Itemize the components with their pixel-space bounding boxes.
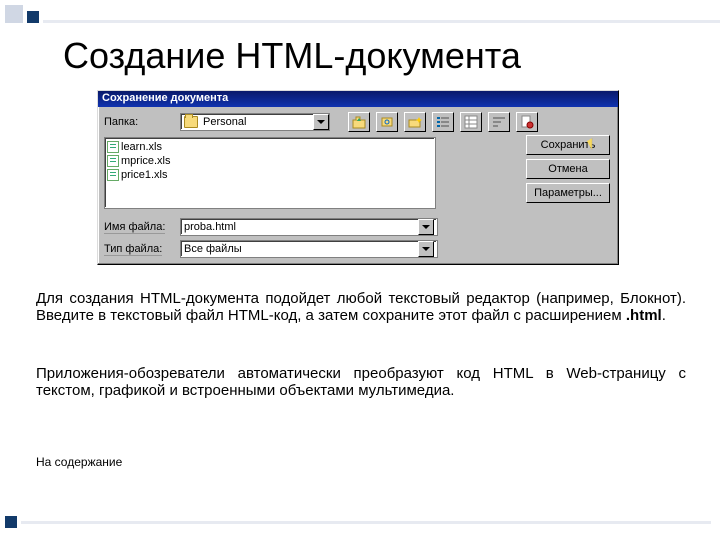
corner-decor-bottom [5,516,711,528]
body-paragraph-2: Приложения-обозреватели автоматически пр… [36,365,686,399]
contents-link[interactable]: На содержание [36,455,122,469]
folder-value: Personal [201,116,313,128]
new-folder-icon[interactable] [404,112,426,132]
folder-combo[interactable]: Personal [180,113,330,131]
page-title: Создание HTML-документа [63,35,521,77]
filetype-combo[interactable]: Все файлы [180,240,438,258]
corner-decor-top [5,5,720,23]
folder-label: Папка: [104,116,174,128]
filename-label: Имя файла: [104,221,174,233]
options-button[interactable]: Параметры... [526,183,610,203]
body-paragraph-1: Для создания HTML-документа подойдет люб… [36,290,686,324]
chevron-down-icon[interactable] [313,114,329,130]
spreadsheet-icon [107,169,119,181]
spreadsheet-icon [107,155,119,167]
cancel-button[interactable]: Отмена [526,159,610,179]
spreadsheet-icon [107,141,119,153]
details-view-icon[interactable] [460,112,482,132]
goto-icon[interactable] [376,112,398,132]
filename-input[interactable]: proba.html [180,218,438,236]
list-item[interactable]: learn.xls [107,140,433,154]
dialog-titlebar: Сохранение документа [98,91,618,107]
list-view-icon[interactable] [432,112,454,132]
save-button[interactable]: Сохранить [526,135,610,155]
chevron-down-icon[interactable] [418,219,434,235]
save-dialog: Сохранение документа Папка: Personal lea… [97,90,619,265]
list-item[interactable]: mprice.xls [107,154,433,168]
filetype-label: Тип файла: [104,243,174,255]
folder-icon [184,116,198,128]
up-folder-icon[interactable] [348,112,370,132]
properties-icon[interactable] [516,112,538,132]
sort-icon[interactable] [488,112,510,132]
chevron-down-icon[interactable] [418,241,434,257]
list-item[interactable]: price1.xls [107,168,433,182]
file-list[interactable]: learn.xls mprice.xls price1.xls [104,137,436,209]
